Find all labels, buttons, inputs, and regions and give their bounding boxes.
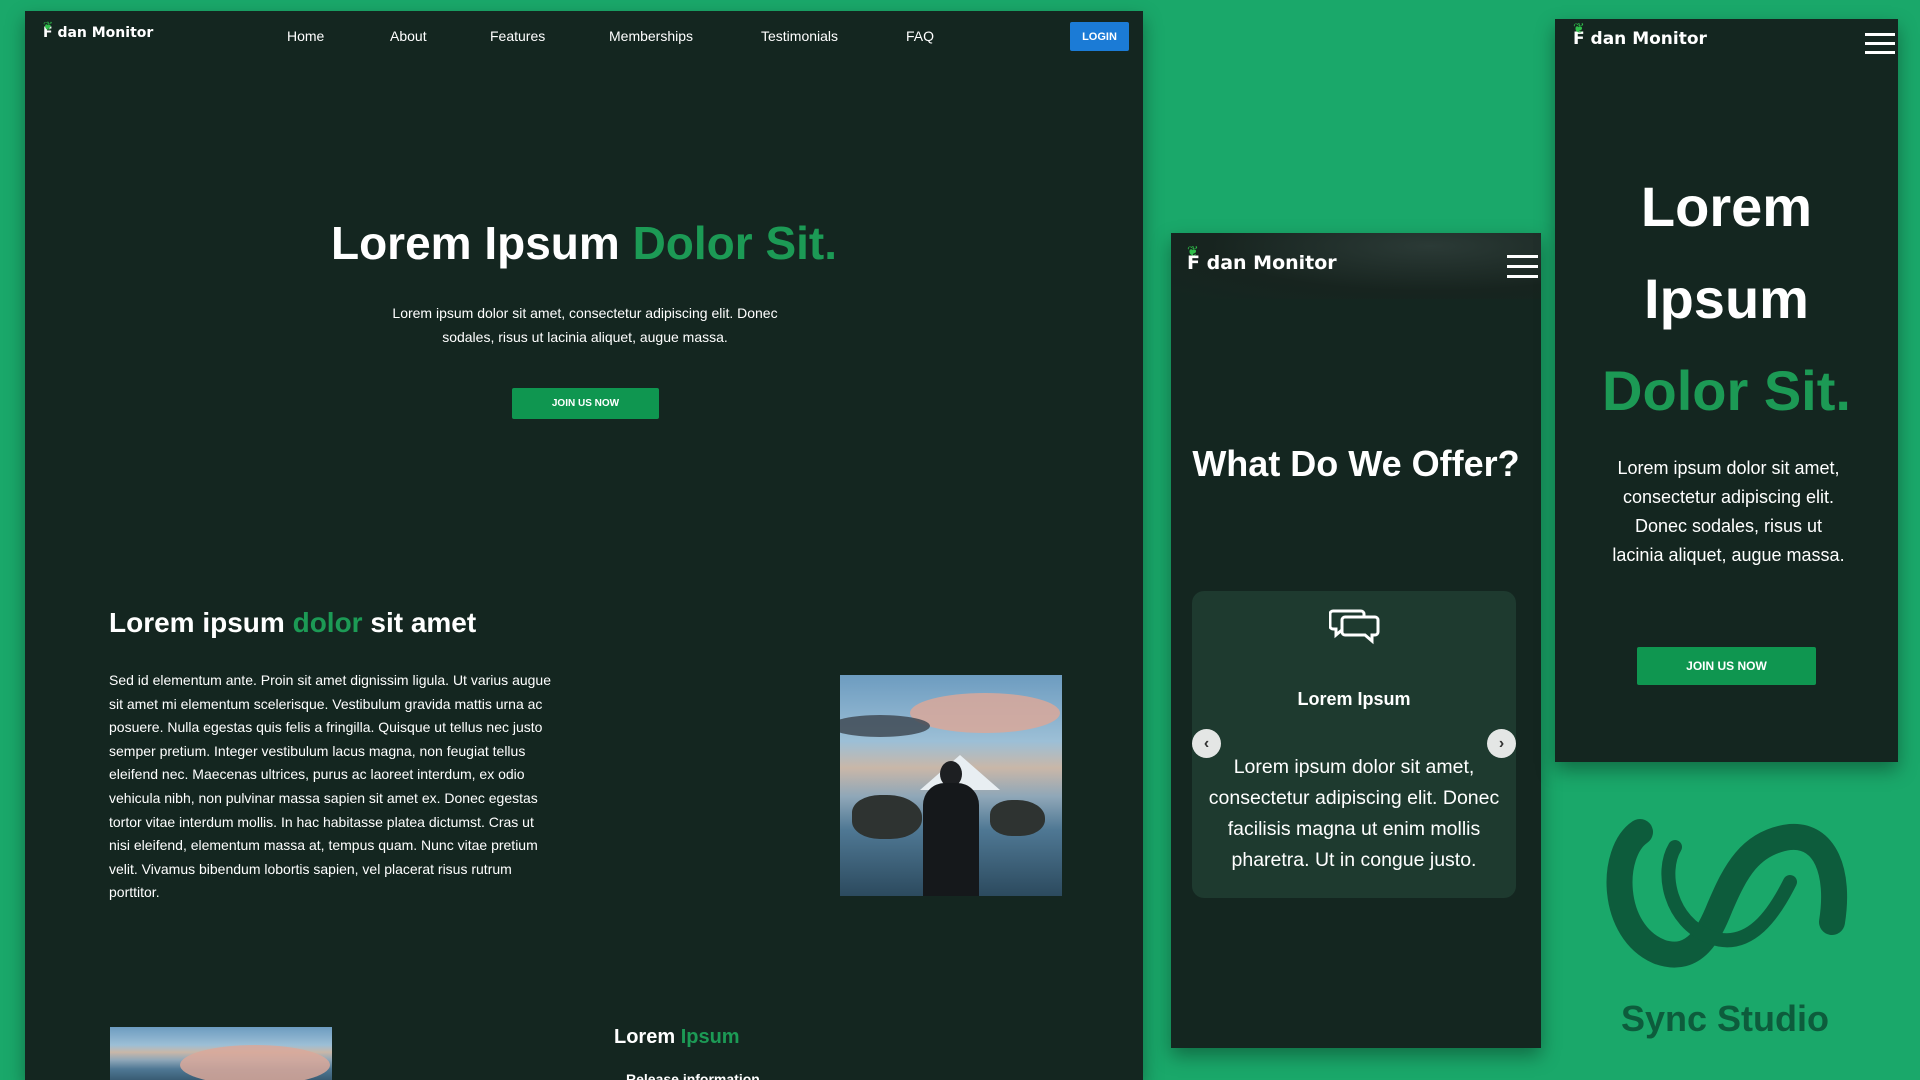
carousel-prev-button[interactable]: ‹ — [1192, 729, 1221, 758]
leaf-icon: ❦ — [43, 19, 54, 33]
hamburger-menu-icon[interactable] — [1507, 255, 1538, 279]
section-paragraph: Sed id elementum ante. Proin sit amet di… — [109, 672, 551, 901]
offer-title: What Do We Offer? — [1192, 443, 1520, 484]
lake-photo-secondary — [110, 1027, 332, 1080]
carousel-next-button[interactable]: › — [1487, 729, 1516, 758]
phone-preview: ❦ F dan Monitor Lorem Ipsum Dolor Sit. L… — [1555, 19, 1898, 762]
hero-title: Lorem Ipsum Dolor Sit. — [330, 217, 838, 269]
sync-studio-brand: Sync Studio — [1600, 812, 1850, 1039]
nav-home[interactable]: Home — [287, 28, 390, 44]
nav-links: Home About Features Memberships Testimon… — [287, 28, 956, 44]
desktop-preview: ❦ F dan Monitor Home About Features Memb… — [25, 11, 1143, 1080]
feature-card: Lorem Ipsum Lorem ipsum dolor sit amet, … — [1192, 591, 1516, 898]
login-button[interactable]: LOGIN — [1070, 22, 1129, 51]
section-title: Lorem ipsum dolor sit amet — [109, 607, 477, 638]
nav-features[interactable]: Features — [490, 28, 609, 44]
sync-studio-logo — [1606, 819, 1848, 968]
phone-hero-description: Lorem ipsum dolor sit amet, consectetur … — [1612, 458, 1845, 565]
phone-logo[interactable]: ❦ F dan Monitor — [1573, 21, 1707, 49]
leaf-icon: ❦ — [1187, 244, 1199, 260]
hero-description: Lorem ipsum dolor sit amet, consectetur … — [392, 305, 778, 345]
logo-text: F dan Monitor — [1187, 252, 1337, 274]
chat-bubbles-icon — [1329, 609, 1380, 645]
logo-text: F dan Monitor — [1573, 29, 1707, 49]
brand-name: Sync Studio — [1620, 998, 1830, 1039]
hamburger-menu-icon[interactable] — [1865, 33, 1895, 55]
lower-section-title: Lorem Ipsum — [614, 1026, 740, 1048]
tablet-preview: ❦ F dan Monitor What Do We Offer? Lorem … — [1171, 233, 1541, 1048]
logo-text: F dan Monitor — [43, 25, 154, 41]
top-navbar: ❦ F dan Monitor Home About Features Memb… — [25, 11, 1143, 63]
nav-faq[interactable]: FAQ — [906, 28, 956, 44]
phone-join-us-button[interactable]: JOIN US NOW — [1637, 647, 1816, 685]
release-information-label: Release information — [626, 1071, 760, 1080]
nav-memberships[interactable]: Memberships — [609, 28, 761, 44]
card-title: Lorem Ipsum — [1297, 689, 1411, 709]
tablet-logo[interactable]: ❦ F dan Monitor — [1187, 244, 1337, 274]
nav-about[interactable]: About — [390, 28, 490, 44]
site-logo[interactable]: ❦ F dan Monitor — [43, 19, 154, 41]
tablet-header: ❦ F dan Monitor — [1171, 233, 1541, 299]
card-text: Lorem ipsum dolor sit amet, consectetur … — [1208, 756, 1500, 871]
nav-testimonials[interactable]: Testimonials — [761, 28, 906, 44]
phone-hero-title: Lorem Ipsum Dolor Sit. — [1602, 175, 1851, 422]
leaf-icon: ❦ — [1573, 21, 1585, 37]
join-us-button[interactable]: JOIN US NOW — [512, 388, 659, 419]
lake-photo — [840, 675, 1062, 896]
